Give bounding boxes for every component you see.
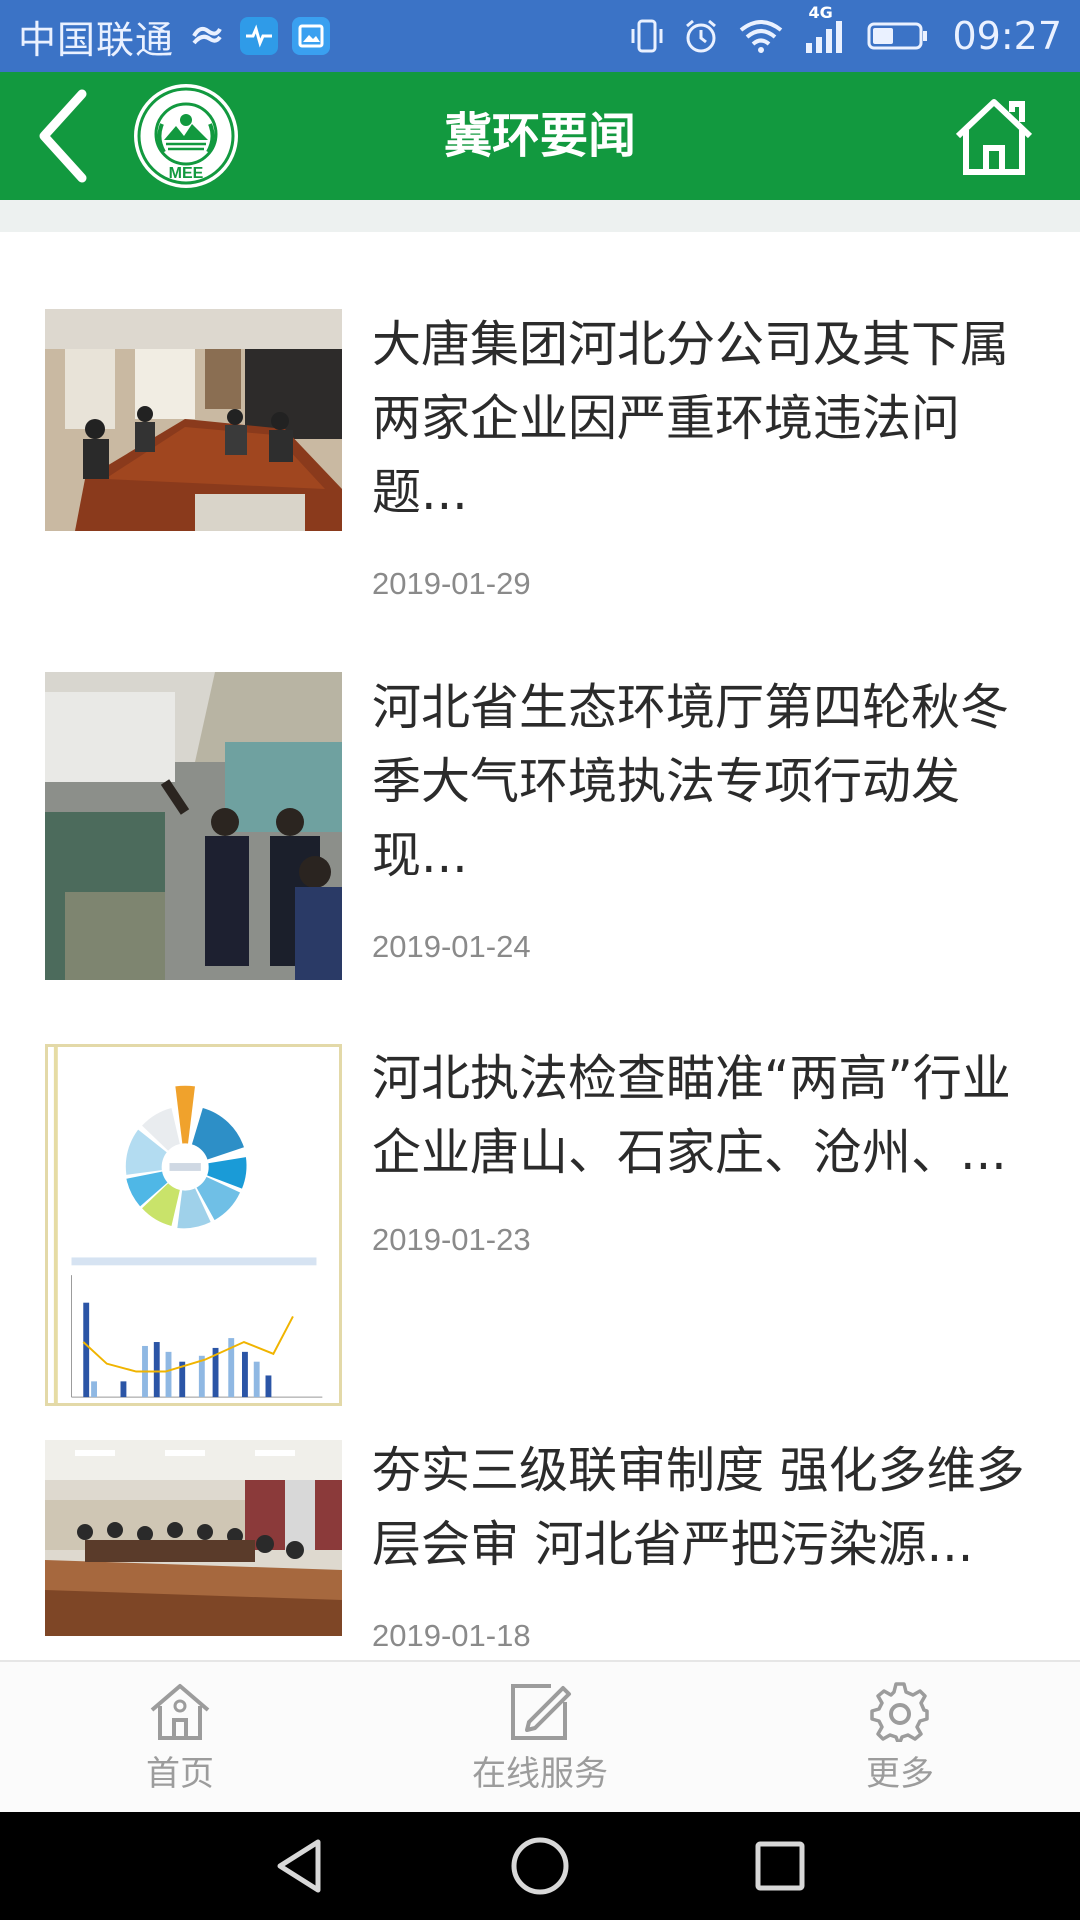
news-list: 大唐集团河北分公司及其下属两家企业因严重环境违法问题... 2019-01-29…	[0, 232, 1080, 1662]
news-thumbnail	[45, 672, 342, 980]
square-recents-icon	[755, 1841, 805, 1891]
news-date: 2019-01-23	[372, 1222, 531, 1257]
news-title: 河北省生态环境厅第四轮秋冬季大气环境执法专项行动发现...	[372, 679, 1010, 884]
system-navigation-bar	[0, 1812, 1080, 1920]
news-date: 2019-01-18	[372, 1618, 531, 1653]
news-thumbnail	[45, 1440, 342, 1636]
cellular-signal-icon: 4G	[802, 3, 850, 55]
nav-more-label: 更多	[866, 1753, 934, 1794]
news-item[interactable]: 大唐集团河北分公司及其下属两家企业因严重环境违法问题... 2019-01-29	[0, 232, 1080, 601]
edit-icon	[511, 1683, 571, 1740]
page-title: 冀环要闻	[443, 108, 636, 164]
wifi-icon	[736, 17, 786, 55]
battery-icon	[866, 17, 930, 55]
home-outline-icon	[955, 99, 1033, 175]
status-bar: 中国联通 4G 09:27	[0, 0, 1080, 72]
header-divider	[0, 200, 1080, 232]
nav-more[interactable]: 更多	[720, 1662, 1080, 1812]
carrier-label: 中国联通	[18, 17, 175, 62]
swirl-notification-icon	[188, 17, 226, 55]
clock-label: 09:27	[952, 14, 1062, 58]
news-title: 大唐集团河北分公司及其下属两家企业因严重环境违法问题...	[372, 316, 1010, 521]
nav-home[interactable]: 首页	[0, 1662, 360, 1812]
app-bar: MEE 冀环要闻	[0, 72, 1080, 200]
system-back-button[interactable]	[268, 1834, 332, 1898]
news-item[interactable]: 河北执法检查瞄准“两高”行业企业唐山、石家庄、沧州、... 2019-01-23	[0, 962, 1080, 1406]
vibrate-icon	[628, 17, 666, 55]
circle-home-icon	[511, 1837, 569, 1895]
news-date: 2019-01-24	[372, 929, 531, 964]
nav-online-service-label: 在线服务	[472, 1753, 608, 1794]
triangle-back-icon	[277, 1839, 321, 1893]
alarm-icon	[682, 17, 720, 55]
news-item[interactable]: 河北省生态环境厅第四轮秋冬季大气环境执法专项行动发现... 2019-01-24	[0, 595, 1080, 980]
nav-online-service[interactable]: 在线服务	[360, 1662, 720, 1812]
home-icon	[150, 1683, 210, 1740]
network-type-label: 4G	[808, 3, 833, 22]
news-title: 夯实三级联审制度 强化多维多层会审 河北省严把污染源...	[372, 1442, 1025, 1573]
home-button[interactable]	[944, 86, 1044, 186]
news-item[interactable]: 夯实三级联审制度 强化多维多层会审 河北省严把污染源... 2019-01-18	[0, 1352, 1080, 1662]
system-home-button[interactable]	[508, 1834, 572, 1898]
bottom-navigation: 首页 在线服务 更多	[0, 1660, 1080, 1812]
news-thumbnail	[45, 309, 342, 531]
gear-icon	[870, 1681, 929, 1742]
news-title: 河北执法检查瞄准“两高”行业企业唐山、石家庄、沧州、...	[372, 1050, 1011, 1181]
nav-home-label: 首页	[146, 1753, 214, 1794]
health-app-icon	[240, 17, 279, 55]
gallery-app-icon	[292, 17, 331, 55]
system-recents-button[interactable]	[748, 1834, 812, 1898]
